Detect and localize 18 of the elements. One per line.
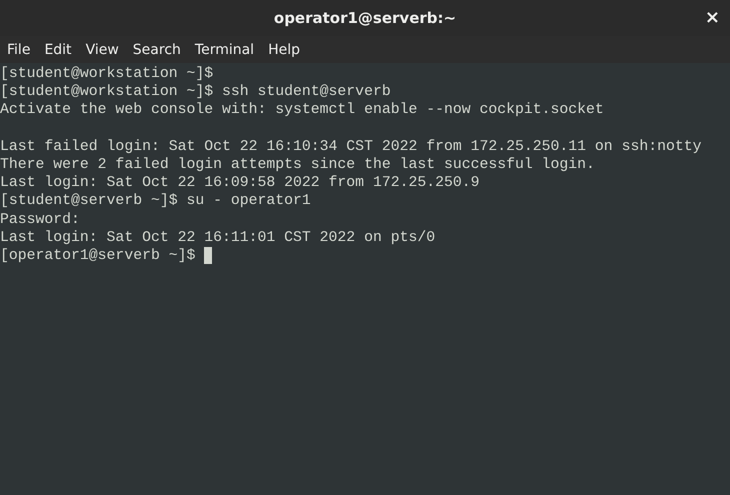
terminal-line: Last login: Sat Oct 22 16:09:58 2022 from 172.25.250.9 (0, 174, 480, 192)
terminal-line: [student@workstation ~]$ ssh student@serverb (0, 83, 391, 102)
terminal-line: Last failed login: Sat Oct 22 16:10:34 CST 2022 from 172.25.250.11 on ssh:notty (0, 138, 702, 156)
terminal-line: [operator1@serverb ~]$ (0, 246, 196, 266)
terminal-line: Last login: Sat Oct 22 16:11:01 CST 2022 on pts/0 (0, 228, 436, 247)
terminal-line: [student@workstation ~]$ (0, 65, 214, 84)
menu-item[interactable]: Terminal (188, 42, 262, 58)
menu-item[interactable]: View (78, 42, 126, 58)
menu-item[interactable]: Edit (37, 42, 79, 58)
menu-item[interactable]: File (0, 42, 38, 58)
window-title: operator1@serverb:~ (274, 9, 456, 27)
close-button[interactable]: × (704, 8, 720, 28)
terminal-line: Activate the web console with: systemctl enable --now cockpit.socket (0, 101, 604, 120)
menu-item[interactable]: Search (126, 42, 188, 58)
menu-item[interactable]: Help (261, 42, 307, 58)
terminal-line: Password: (0, 210, 80, 229)
terminal-line: [student@serverb ~]$ su - operator1 (0, 192, 311, 211)
terminal-line: There were 2 failed login attempts since the last successful login. (0, 156, 595, 174)
